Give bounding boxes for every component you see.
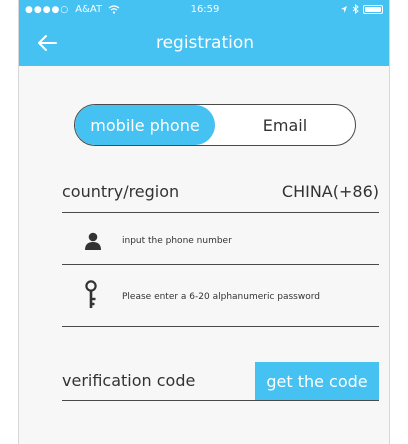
battery-icon: [363, 4, 383, 14]
country-region-label: country/region: [62, 182, 180, 201]
page-title: registration: [155, 33, 255, 53]
password-input[interactable]: [122, 268, 379, 326]
country-region-row[interactable]: country/region CHINA(+86): [62, 172, 379, 213]
bluetooth-icon: [352, 4, 359, 14]
nav-bar: registration: [19, 20, 389, 66]
get-code-button[interactable]: get the code: [255, 362, 379, 400]
tab-mobile-phone[interactable]: mobile phone: [75, 105, 215, 145]
status-right: [340, 4, 383, 14]
location-icon: [341, 5, 347, 13]
user-icon: [85, 232, 101, 250]
app-screen: ●●●●○ A&AT 16:59 registration mobile pho…: [18, 0, 390, 444]
password-row: [62, 268, 379, 327]
tab-email[interactable]: Email: [215, 105, 355, 145]
status-time: 16:59: [190, 4, 220, 15]
registration-type-toggle: mobile phone Email: [74, 104, 356, 146]
phone-number-row: [62, 218, 379, 265]
country-code-value[interactable]: CHINA(+86): [282, 182, 379, 201]
status-bar: ●●●●○ A&AT 16:59: [19, 0, 389, 20]
key-icon: [85, 280, 97, 308]
phone-number-input[interactable]: [122, 218, 379, 264]
verification-code-row: verification code get the code: [62, 362, 379, 401]
verification-code-label[interactable]: verification code: [62, 371, 195, 390]
